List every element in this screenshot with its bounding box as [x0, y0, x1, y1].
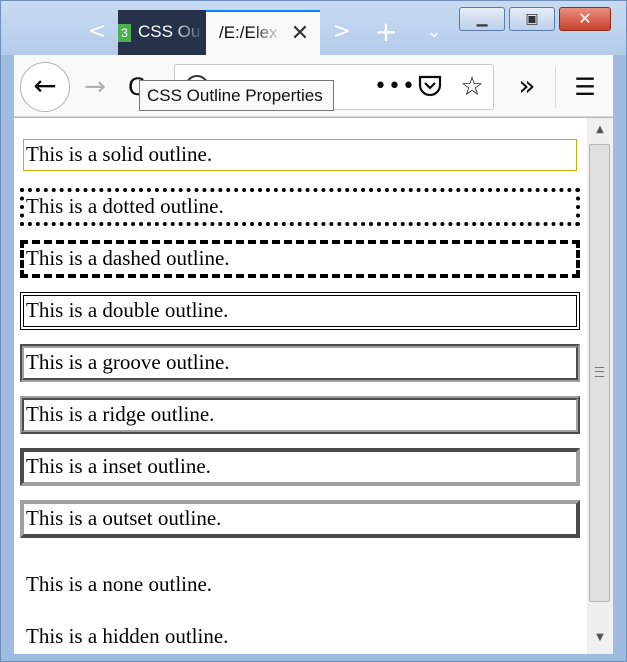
more-horizontal-icon: •••	[374, 74, 416, 99]
dotted-outline-text: This is a dotted outline.	[20, 188, 580, 226]
dashed-outline-text: This is a dashed outline.	[20, 240, 580, 278]
bookmark-button[interactable]: ☆	[457, 69, 487, 105]
none-outline-text: This is a none outline.	[26, 572, 213, 596]
back-arrow-icon: ←	[33, 69, 57, 102]
pocket-icon	[418, 75, 442, 97]
css-favicon-icon: 3	[118, 24, 131, 42]
tab-scroll-left-button[interactable]: <	[83, 15, 111, 49]
title-bar: < 3 CSS Ou /E:/Elex ✕ > + ⌄ ▁ ▣ ✕	[1, 1, 626, 56]
new-tab-button[interactable]: +	[371, 15, 401, 49]
forward-arrow-icon: →	[84, 72, 106, 102]
minimize-icon: ▁	[476, 11, 488, 27]
vertical-scrollbar[interactable]: ▲ ▼	[587, 118, 613, 654]
window-controls: ▁ ▣ ✕	[459, 7, 611, 31]
tab-label-fade	[172, 10, 206, 56]
tab-scroll-right-button[interactable]: >	[329, 15, 355, 49]
inset-outline-text: This is a inset outline.	[20, 448, 580, 486]
tab-tooltip: CSS Outline Properties	[139, 80, 334, 111]
maximize-icon: ▣	[525, 11, 539, 27]
menu-button[interactable]: ☰	[570, 69, 600, 105]
star-icon: ☆	[460, 72, 484, 102]
tab-local-file[interactable]: /E:/Elex ✕	[206, 10, 320, 56]
tab-css-outline[interactable]: 3 CSS Ou	[118, 10, 206, 56]
scroll-up-arrow-icon[interactable]: ▲	[587, 118, 613, 142]
hamburger-menu-icon: ☰	[574, 73, 596, 101]
page-actions-button[interactable]: •••	[374, 69, 415, 105]
ridge-outline-text: This is a ridge outline.	[20, 396, 580, 434]
double-outline-text: This is a double outline.	[20, 292, 580, 330]
double-chevron-icon: »	[518, 69, 536, 102]
grip-icon	[595, 367, 604, 377]
tab-list-chevron-icon[interactable]: ⌄	[419, 15, 449, 49]
tab-label-fade	[252, 12, 282, 56]
close-icon: ✕	[578, 9, 592, 28]
tab-close-icon[interactable]: ✕	[288, 20, 312, 48]
toolbar-overflow-button[interactable]: »	[512, 69, 542, 105]
scrollbar-thumb[interactable]	[589, 144, 610, 602]
back-button[interactable]: ←	[20, 62, 70, 112]
groove-outline-text: This is a groove outline.	[20, 344, 580, 382]
minimize-button[interactable]: ▁	[459, 7, 505, 31]
close-window-button[interactable]: ✕	[559, 7, 611, 31]
maximize-button[interactable]: ▣	[509, 7, 555, 31]
forward-button[interactable]: →	[80, 69, 110, 105]
scroll-down-arrow-icon[interactable]: ▼	[587, 626, 613, 650]
solid-outline-text: This is a solid outline.	[23, 139, 577, 171]
toolbar-divider	[555, 67, 556, 107]
page-content: This is a solid outline. This is a dotte…	[14, 118, 587, 654]
hidden-outline-text: This is a hidden outline.	[26, 624, 229, 648]
pocket-button[interactable]	[417, 71, 443, 101]
outset-outline-text: This is a outset outline.	[20, 500, 580, 538]
